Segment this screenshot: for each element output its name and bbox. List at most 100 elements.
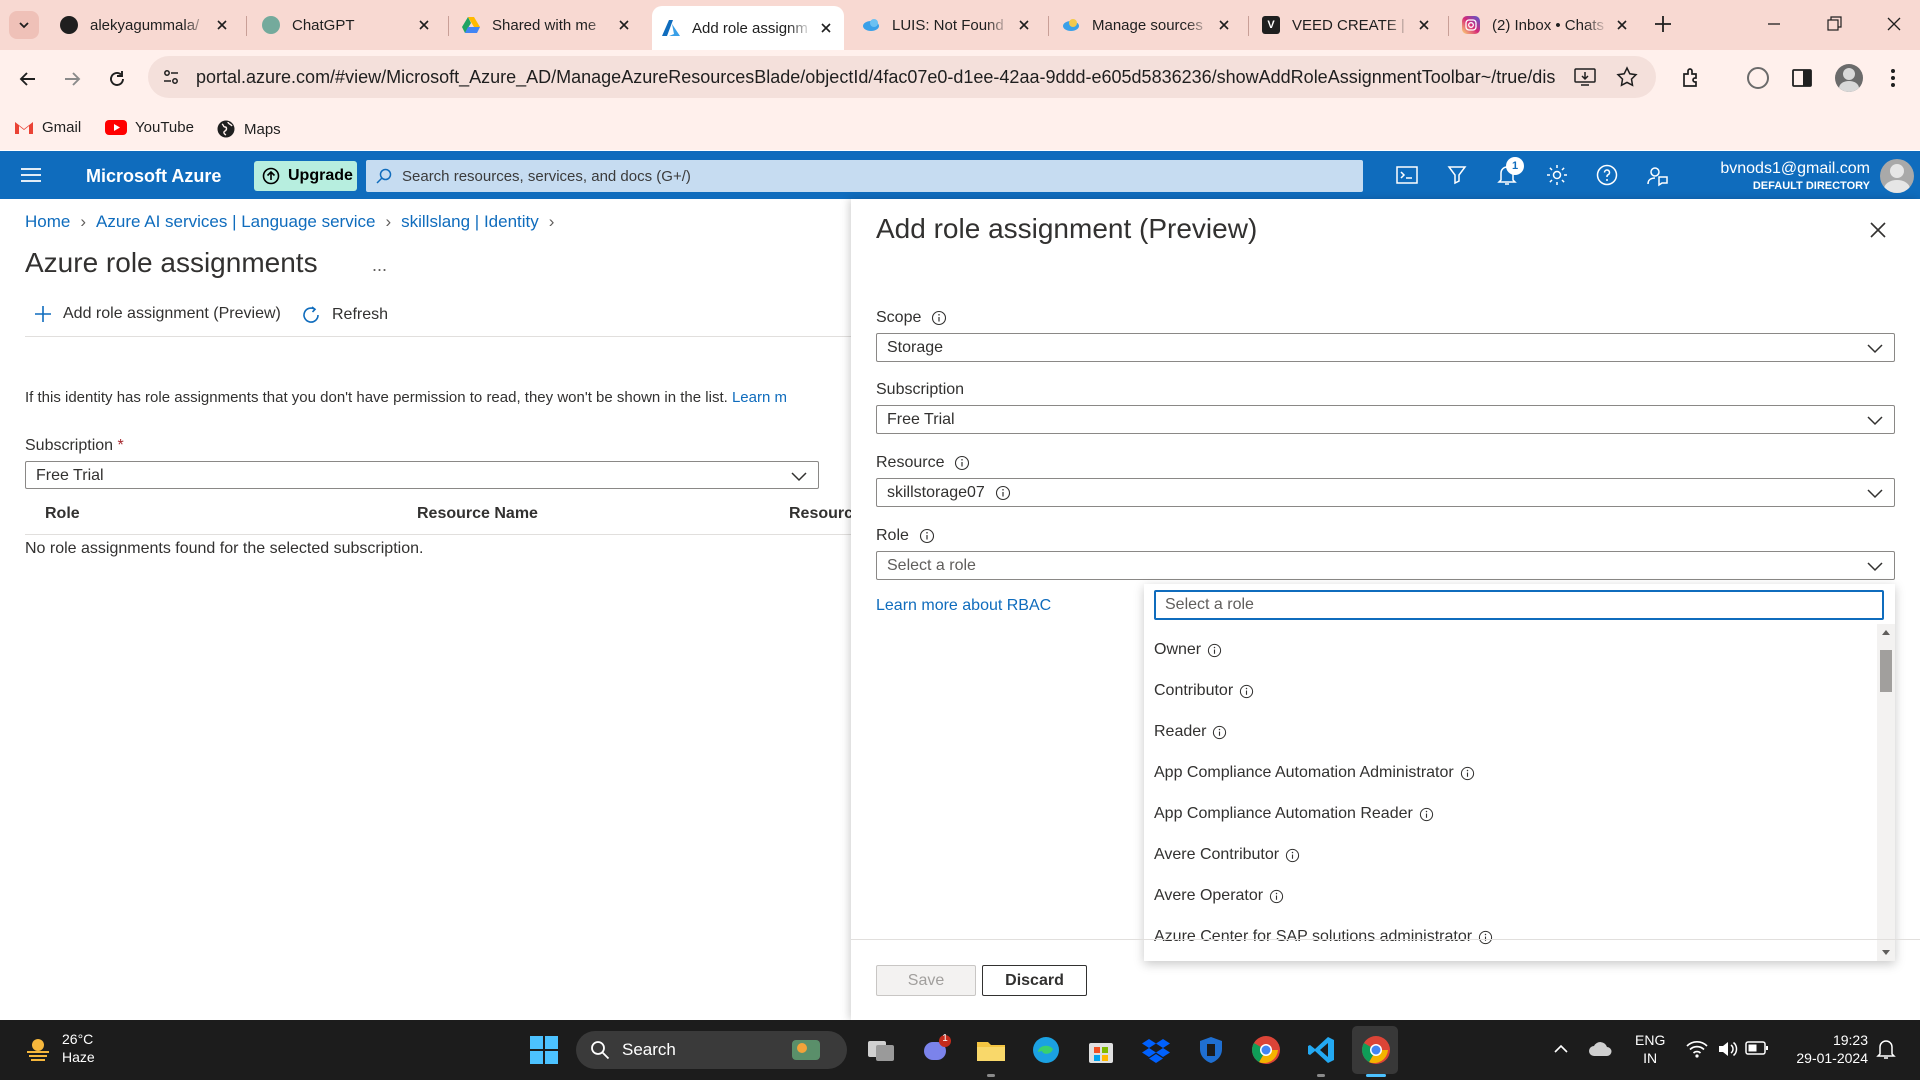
- tab-google-drive[interactable]: Shared with me: [452, 8, 642, 42]
- info-icon[interactable]: [1460, 766, 1475, 781]
- subscription-dropdown[interactable]: Free Trial: [876, 405, 1895, 434]
- role-search-input[interactable]: [1154, 590, 1884, 620]
- onedrive-icon[interactable]: [1588, 1038, 1614, 1060]
- role-list-scrollbar[interactable]: [1877, 624, 1895, 961]
- more-options-icon[interactable]: ...: [372, 255, 387, 276]
- clock[interactable]: 19:23 29-01-2024: [1790, 1031, 1868, 1067]
- notification-bell-icon[interactable]: [1876, 1038, 1896, 1060]
- tab-veed[interactable]: V VEED CREATE | E: [1252, 8, 1442, 42]
- role-option-avere-contributor[interactable]: Avere Contributor: [1154, 840, 1300, 870]
- subscription-dropdown[interactable]: Free Trial: [25, 461, 819, 489]
- hamburger-menu-icon[interactable]: [20, 166, 42, 184]
- add-role-assignment-button[interactable]: Add role assignment (Preview): [33, 304, 281, 324]
- info-icon[interactable]: [1269, 889, 1284, 904]
- save-button[interactable]: Save: [876, 965, 976, 996]
- learn-more-rbac-link[interactable]: Learn more about RBAC: [876, 597, 1051, 615]
- bookmark-maps[interactable]: Maps: [216, 119, 281, 139]
- window-close-icon[interactable]: [1884, 14, 1904, 34]
- file-explorer-icon[interactable]: [975, 1034, 1007, 1066]
- language-indicator[interactable]: ENG IN: [1635, 1031, 1665, 1067]
- tab-chatgpt[interactable]: ChatGPT: [252, 8, 442, 42]
- bookmark-gmail[interactable]: Gmail: [14, 119, 81, 136]
- tab-search-button[interactable]: [9, 11, 39, 39]
- role-option-app-compliance-reader[interactable]: App Compliance Automation Reader: [1154, 799, 1434, 829]
- info-icon[interactable]: [1212, 725, 1227, 740]
- role-option-azure-center-sap-admin[interactable]: Azure Center for SAP solutions administr…: [1154, 922, 1493, 952]
- new-tab-icon[interactable]: [1652, 13, 1674, 35]
- tab-github[interactable]: alekyagummala/: [50, 8, 240, 42]
- refresh-button[interactable]: Refresh: [300, 304, 388, 326]
- back-button[interactable]: [13, 64, 43, 94]
- info-icon[interactable]: [931, 310, 947, 326]
- role-option-owner[interactable]: Owner: [1154, 635, 1222, 665]
- close-icon[interactable]: [1416, 17, 1432, 33]
- windows-start-icon[interactable]: [528, 1034, 560, 1066]
- column-resource-name[interactable]: Resource Name: [417, 505, 538, 523]
- install-app-icon[interactable]: [1574, 67, 1596, 87]
- info-icon[interactable]: [1207, 643, 1222, 658]
- chrome-icon[interactable]: [1250, 1034, 1282, 1066]
- shield-icon[interactable]: [1195, 1034, 1227, 1066]
- minimize-icon[interactable]: [1764, 14, 1784, 34]
- close-icon[interactable]: [1216, 17, 1232, 33]
- close-icon[interactable]: [616, 17, 632, 33]
- help-question-icon[interactable]: [1595, 163, 1619, 187]
- role-option-avere-operator[interactable]: Avere Operator: [1154, 881, 1284, 911]
- discard-button[interactable]: Discard: [982, 965, 1087, 996]
- scope-dropdown[interactable]: Storage: [876, 333, 1895, 362]
- forward-button[interactable]: [57, 64, 87, 94]
- close-icon[interactable]: [1614, 17, 1630, 33]
- tab-add-role-assignment[interactable]: Add role assignm: [652, 6, 844, 50]
- address-bar[interactable]: portal.azure.com/#view/Microsoft_Azure_A…: [148, 56, 1656, 98]
- profile-sync-icon[interactable]: [1745, 65, 1771, 91]
- directory-filter-icon[interactable]: [1445, 163, 1469, 187]
- role-dropdown[interactable]: Select a role: [876, 551, 1895, 580]
- breadcrumb-home[interactable]: Home: [25, 212, 70, 232]
- more-menu-icon[interactable]: [1890, 68, 1896, 88]
- feedback-icon[interactable]: [1645, 163, 1669, 187]
- tab-instagram[interactable]: (2) Inbox • Chats: [1452, 8, 1640, 42]
- resource-dropdown[interactable]: skillstorage07: [876, 478, 1895, 507]
- extensions-icon[interactable]: [1680, 66, 1704, 90]
- settings-gear-icon[interactable]: [1545, 163, 1569, 187]
- info-icon[interactable]: [1285, 848, 1300, 863]
- info-icon[interactable]: [1419, 807, 1434, 822]
- task-view-icon[interactable]: [865, 1034, 897, 1066]
- tab-luis[interactable]: LUIS: Not Found: [852, 8, 1042, 42]
- role-option-app-compliance-admin[interactable]: App Compliance Automation Administrator: [1154, 758, 1475, 788]
- search-input[interactable]: [402, 167, 1302, 185]
- global-search[interactable]: [366, 160, 1363, 192]
- battery-icon[interactable]: [1745, 1040, 1769, 1056]
- bookmark-youtube[interactable]: YouTube: [105, 119, 194, 136]
- close-icon[interactable]: [416, 17, 432, 33]
- upgrade-button[interactable]: Upgrade: [254, 161, 357, 191]
- scroll-down-icon[interactable]: [1881, 949, 1891, 957]
- site-settings-icon[interactable]: [162, 68, 180, 86]
- edge-icon[interactable]: [1030, 1034, 1062, 1066]
- microsoft-store-icon[interactable]: [1085, 1034, 1117, 1066]
- role-option-reader[interactable]: Reader: [1154, 717, 1227, 747]
- info-icon[interactable]: [954, 455, 970, 471]
- role-option-contributor[interactable]: Contributor: [1154, 676, 1254, 706]
- dropbox-icon[interactable]: [1140, 1034, 1172, 1066]
- account-info[interactable]: bvnods1@gmail.com DEFAULT DIRECTORY: [1680, 160, 1870, 192]
- cloud-shell-icon[interactable]: [1395, 163, 1419, 187]
- chevron-up-icon[interactable]: [1553, 1041, 1569, 1057]
- azure-brand[interactable]: Microsoft Azure: [86, 166, 221, 187]
- chrome-profile-icon[interactable]: [1360, 1034, 1392, 1066]
- info-icon[interactable]: [995, 485, 1011, 501]
- breadcrumb-identity[interactable]: skillslang | Identity: [401, 212, 539, 232]
- url-text[interactable]: portal.azure.com/#view/Microsoft_Azure_A…: [196, 67, 1556, 88]
- close-icon[interactable]: [818, 20, 834, 36]
- reload-button[interactable]: [102, 64, 132, 94]
- avatar[interactable]: [1880, 159, 1914, 193]
- wifi-icon[interactable]: [1686, 1039, 1708, 1059]
- breadcrumb-language-service[interactable]: Azure AI services | Language service: [96, 212, 375, 232]
- tab-manage-sources[interactable]: Manage sources: [1052, 8, 1242, 42]
- weather-widget[interactable]: 26°C Haze: [24, 1030, 95, 1066]
- column-role[interactable]: Role: [45, 505, 80, 523]
- side-panel-icon[interactable]: [1790, 66, 1814, 90]
- info-icon[interactable]: [1478, 930, 1493, 945]
- close-icon[interactable]: [1869, 221, 1887, 239]
- info-icon[interactable]: [1239, 684, 1254, 699]
